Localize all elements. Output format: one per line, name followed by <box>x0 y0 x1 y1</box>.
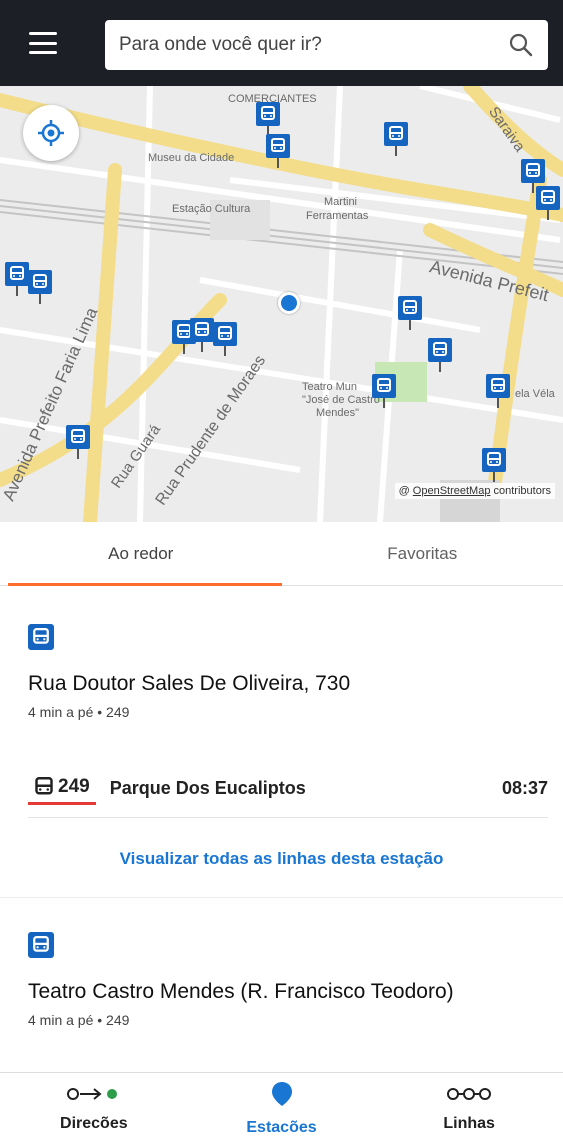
nav-directions[interactable]: Direcões <box>0 1073 188 1144</box>
map-label-teatro-2: "José de Castro <box>302 394 380 406</box>
bus-stop-pin[interactable] <box>213 322 237 356</box>
bus-icon <box>491 378 505 392</box>
nav-directions-label: Direcões <box>60 1114 128 1132</box>
tab-ao-redor[interactable]: Ao redor <box>0 522 282 586</box>
station-meta: 4 min a pé • 249 <box>28 1012 130 1028</box>
bus-icon <box>487 452 501 466</box>
bus-icon <box>526 163 540 177</box>
nav-stations[interactable]: Estacões <box>188 1073 376 1144</box>
station-meta: 4 min a pé • 249 <box>28 704 130 720</box>
bus-stop-pin[interactable] <box>190 318 214 352</box>
bus-stop-pin[interactable] <box>28 270 52 304</box>
bus-icon <box>377 378 391 392</box>
bus-icon <box>71 429 85 443</box>
hamburger-icon-line <box>29 51 57 54</box>
bus-icon <box>10 266 24 280</box>
bus-stop-pin[interactable] <box>372 374 396 408</box>
openstreetmap-link[interactable]: OpenStreetMap <box>413 485 491 497</box>
bus-stop-pin[interactable] <box>256 102 280 136</box>
view-all-lines-link[interactable]: Visualizar todas as linhas desta estação <box>0 820 563 898</box>
map-label-ferramentas: Ferramentas <box>306 210 369 222</box>
bus-stop-pin[interactable] <box>536 186 560 220</box>
search-icon[interactable] <box>508 32 534 58</box>
map-label-museu: Museu da Cidade <box>148 152 235 164</box>
station-card[interactable]: Teatro Castro Mendes (R. Francisco Teodo… <box>0 932 563 1028</box>
line-badge[interactable]: 249 <box>28 772 96 805</box>
bus-icon <box>218 326 232 340</box>
nav-stations-label: Estacões <box>246 1118 317 1136</box>
location-pin-icon <box>271 1081 292 1106</box>
bus-icon <box>195 322 209 336</box>
map-label-martini: Martini <box>324 196 358 208</box>
bus-icon <box>541 190 555 204</box>
station-card[interactable]: Rua Doutor Sales De Oliveira, 730 4 min … <box>0 624 563 720</box>
bus-stop-pin[interactable] <box>266 134 290 168</box>
bus-stop-pin[interactable] <box>486 374 510 408</box>
hamburger-icon-line <box>29 32 57 35</box>
bus-icon <box>261 106 275 120</box>
menu-button[interactable] <box>26 28 60 58</box>
crosshair-icon <box>38 120 64 146</box>
bus-icon <box>33 274 47 288</box>
bus-icon <box>403 300 417 314</box>
map-label-teatro-3: Mendes" <box>316 407 360 419</box>
search-input[interactable] <box>119 34 508 56</box>
attribution-prefix: @ <box>398 485 410 497</box>
nav-lines-label: Linhas <box>443 1114 495 1132</box>
station-name: Teatro Castro Mendes (R. Francisco Teodo… <box>28 980 454 1003</box>
directions-icon <box>66 1087 117 1100</box>
station-name: Rua Doutor Sales De Oliveira, 730 <box>28 672 351 695</box>
station-tabs: Ao redor Favoritas <box>0 522 563 586</box>
bus-icon <box>35 777 53 795</box>
bus-stop-pin[interactable] <box>384 122 408 156</box>
hamburger-icon-line <box>29 41 57 45</box>
map-attribution: @ OpenStreetMap contributors <box>394 483 555 499</box>
bus-icon <box>28 624 54 650</box>
map-label-estacao: Estação Cultura <box>172 203 251 215</box>
line-row[interactable]: 249 Parque Dos Eucaliptos 08:37 <box>28 760 548 818</box>
bus-stop-pin[interactable] <box>66 425 90 459</box>
map-label-vela: ela Véla <box>515 388 555 400</box>
bottom-navigation: Direcões Estacões Linhas <box>0 1072 563 1144</box>
bus-stop-pin[interactable] <box>398 296 422 330</box>
route-line-icon <box>447 1087 492 1100</box>
bus-icon <box>28 932 54 958</box>
locate-me-button[interactable] <box>23 105 79 161</box>
attribution-suffix: contributors <box>493 485 551 497</box>
top-app-bar <box>0 0 563 86</box>
line-departure-time: 08:37 <box>501 778 548 798</box>
tab-favoritas[interactable]: Favoritas <box>282 522 563 585</box>
search-bar[interactable] <box>105 20 548 70</box>
line-number: 249 <box>58 776 90 797</box>
line-destination: Parque Dos Eucaliptos <box>109 778 306 798</box>
bus-stop-pin[interactable] <box>428 338 452 372</box>
nav-lines[interactable]: Linhas <box>375 1073 563 1144</box>
user-location-dot <box>278 292 300 314</box>
bus-icon <box>389 126 403 140</box>
bus-stop-pin[interactable] <box>482 448 506 482</box>
bus-icon <box>271 138 285 152</box>
map-label-teatro-1: Teatro Mun <box>302 381 358 393</box>
bus-stop-pin[interactable] <box>5 262 29 296</box>
bus-icon <box>433 342 447 356</box>
